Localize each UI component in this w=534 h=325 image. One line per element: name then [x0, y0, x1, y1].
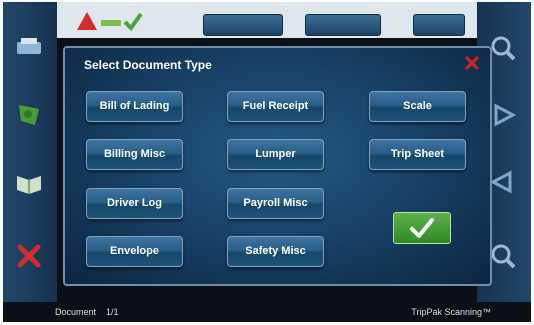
open-book-icon[interactable]: [9, 162, 49, 202]
confirm-button[interactable]: [393, 212, 451, 244]
scan-doc-icon[interactable]: [9, 28, 49, 68]
document-count: 1/1: [106, 307, 119, 317]
app-logo: [77, 12, 143, 32]
scanner-device: Select Document Type Bill of Lading Fuel…: [3, 2, 531, 322]
background-top-button-2: [305, 14, 381, 36]
dialog-title: Select Document Type: [84, 58, 212, 72]
background-top-panel: [57, 2, 483, 38]
fuel-receipt-button[interactable]: Fuel Receipt: [227, 91, 324, 122]
safety-misc-button[interactable]: Safety Misc: [227, 236, 324, 267]
close-x-icon[interactable]: [464, 55, 480, 71]
map-icon[interactable]: [9, 95, 49, 135]
select-document-type-dialog: Select Document Type Bill of Lading Fuel…: [63, 46, 492, 286]
brand-label: TripPak Scanning™: [411, 307, 491, 317]
background-top-button-1: [203, 14, 283, 36]
trip-sheet-button[interactable]: Trip Sheet: [369, 139, 466, 170]
driver-log-button[interactable]: Driver Log: [86, 188, 183, 219]
envelope-button[interactable]: Envelope: [86, 236, 183, 267]
left-sidebar: [3, 2, 57, 302]
status-bar: Document 1/1 TripPak Scanning™: [3, 302, 531, 322]
document-label: Document: [55, 307, 97, 317]
checkmark-icon: [410, 218, 434, 238]
background-top-button-3: [413, 14, 465, 36]
document-counter: Document 1/1: [55, 307, 119, 317]
bill-of-lading-button[interactable]: Bill of Lading: [86, 91, 183, 122]
payroll-misc-button[interactable]: Payroll Misc: [227, 188, 324, 219]
delete-x-icon[interactable]: [9, 236, 49, 276]
lumper-button[interactable]: Lumper: [227, 139, 324, 170]
billing-misc-button[interactable]: Billing Misc: [86, 139, 183, 170]
scale-button[interactable]: Scale: [369, 91, 466, 122]
